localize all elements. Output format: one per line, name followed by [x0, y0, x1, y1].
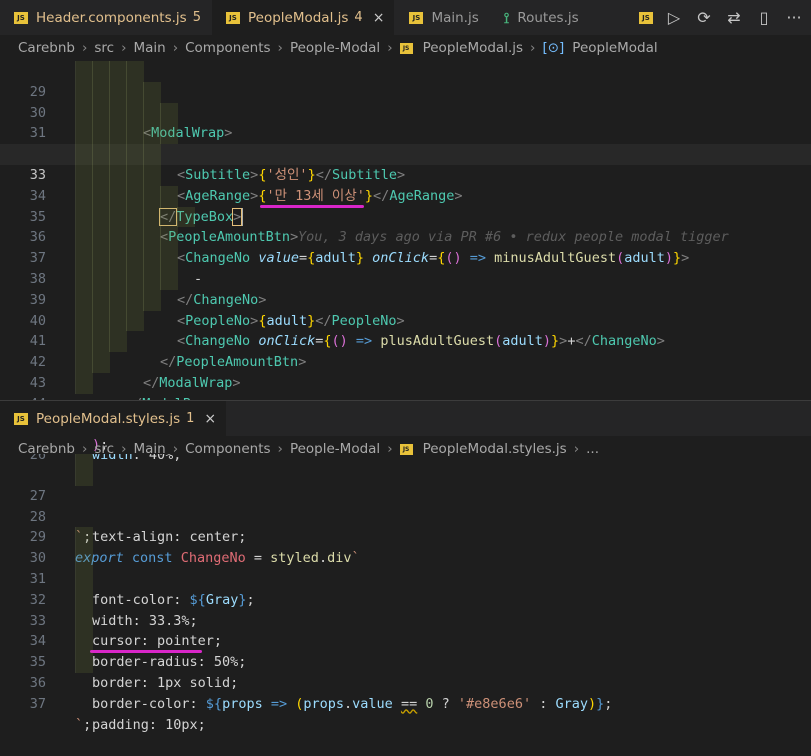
code-line: 34 <PeopleAmountBtn> — [0, 164, 811, 245]
tab-label: PeopleModal.js — [247, 9, 349, 26]
code-line: 31 width: 33.3%; — [0, 548, 811, 629]
tab-label: PeopleModal.styles.js — [36, 410, 181, 427]
breadcrumb-item[interactable]: PeopleModal — [572, 40, 657, 56]
code-line: 37 `; — [0, 673, 811, 733]
js-file-icon: JS — [14, 412, 28, 425]
js-file-icon: JS — [399, 42, 413, 54]
code-line: 36 - — [0, 206, 811, 287]
history-icon[interactable]: ⟳ — [695, 8, 713, 27]
code-line: 30 font-color: ${Gray}; — [0, 527, 811, 608]
code-line: 43 </div> — [0, 352, 811, 433]
code-line: 29 <ModalWrap> — [0, 61, 811, 141]
code-line: 34 border: 1px solid; — [0, 610, 811, 691]
breadcrumb-item[interactable]: Components — [185, 40, 270, 56]
chevron-right-icon: › — [81, 40, 88, 56]
editor-tab-bar: JS Header.components.js 5 JS PeopleModal… — [0, 0, 811, 35]
tab-people-modal[interactable]: JS PeopleModal.js 4 × — [211, 0, 396, 35]
code-editor[interactable]: 26 width: 40%; 27 text-align: center; 28… — [0, 454, 811, 733]
breadcrumb-item[interactable]: src — [94, 40, 114, 56]
code-line: 27 text-align: center; — [0, 465, 811, 545]
problem-count-badge: 1 — [186, 411, 195, 426]
breadcrumb: Carebnb › src › Main › Components › People-M… — [0, 36, 811, 60]
tab-people-modal-styles[interactable]: JS PeopleModal.styles.js 1 × — [0, 401, 228, 436]
code-line: 40 </PeopleAmountBtn> — [0, 289, 811, 370]
tab-routes[interactable]: ⟟ Routes.js — [490, 0, 590, 35]
code-line: 35 <ChangeNo value={adult} onClick={() =… — [0, 185, 811, 266]
close-icon[interactable]: × — [204, 411, 216, 427]
split-editor-icon[interactable]: ▯ — [755, 8, 773, 27]
breadcrumb-item[interactable]: Carebnb — [18, 40, 75, 56]
breadcrumb-item[interactable]: PeopleModal.js — [423, 40, 523, 56]
chevron-right-icon: › — [387, 40, 393, 56]
chevron-right-icon: › — [172, 40, 179, 56]
code-line: 29 export const ChangeNo = styled.div` — [0, 507, 811, 566]
js-file-icon: JS — [225, 11, 240, 24]
js-file-icon: JS — [14, 11, 28, 24]
run-icon[interactable]: ▷ — [665, 8, 683, 27]
code-line: 30 <TypeBox> — [0, 81, 811, 162]
breadcrumb-item[interactable]: Main — [133, 40, 165, 56]
js-file-icon: JS — [409, 11, 424, 24]
code-line: 26 width: 40%; — [0, 454, 811, 465]
compare-changes-icon[interactable]: ⇄ — [725, 8, 743, 27]
tab-label: Routes.js — [517, 9, 579, 26]
chevron-right-icon: › — [277, 40, 283, 56]
component-symbol-icon: [⊙] — [542, 40, 565, 56]
line-number: 37 — [29, 695, 46, 712]
js-file-icon[interactable]: JS — [639, 11, 653, 24]
code-line: 38 <PeopleNo>{adult}</PeopleNo> — [0, 248, 811, 329]
code-editor[interactable]: 29 <ModalWrap> 30 <TypeBox> 31 <Subtitle… — [0, 61, 811, 453]
code-line: 33 border-radius: 50%; — [0, 589, 811, 670]
problem-count-badge: 4 — [354, 10, 363, 25]
tab-header-components[interactable]: JS Header.components.js 5 — [0, 0, 212, 35]
editor-tab-bar: JS PeopleModal.styles.js 1 × — [0, 401, 811, 436]
problem-count-badge: 5 — [192, 10, 201, 25]
chevron-right-icon: › — [530, 40, 536, 56]
code-line: 32 <AgeRange>{'만 13세 이상'}</AgeRange> — [0, 123, 811, 204]
code-line: 44 ); — [0, 372, 811, 453]
tab-label: Header.components.js — [36, 9, 187, 26]
code-line: 35 border-color: ${props => (props.value… — [0, 631, 811, 712]
tab-main[interactable]: JS Main.js — [395, 0, 490, 35]
tab-label: Main.js — [431, 9, 479, 26]
code-line: 31 <Subtitle>{'성인'}</Subtitle> — [0, 102, 811, 183]
code-line: 37 </ChangeNo> — [0, 227, 811, 308]
code-line: 28 `; — [0, 486, 811, 546]
code-line-current: 33 </TypeBox> You, 3 days ago via PR #6 … — [0, 144, 811, 245]
close-icon[interactable]: × — [373, 10, 385, 26]
code-line: 41 </ModalWrap> — [0, 310, 811, 391]
code-line: 32 cursor: pointer; — [0, 568, 811, 649]
code-line: 36 padding: 10px; — [0, 652, 811, 733]
more-actions-icon[interactable]: ··· — [785, 8, 803, 27]
chevron-right-icon: › — [121, 40, 127, 56]
git-branch-icon: ⟟ — [503, 8, 510, 27]
code-line: 42 </ModalBox> — [0, 331, 811, 412]
editor-toolbar: JS ▷ ⟳ ⇄ ▯ ··· — [639, 0, 811, 35]
line-number: 26 — [29, 454, 46, 463]
breadcrumb-item[interactable]: People-Modal — [290, 40, 380, 56]
code-line: 39 <ChangeNo onClick={() => plusAdultGue… — [0, 268, 811, 349]
js-file-icon: JS — [399, 443, 413, 455]
